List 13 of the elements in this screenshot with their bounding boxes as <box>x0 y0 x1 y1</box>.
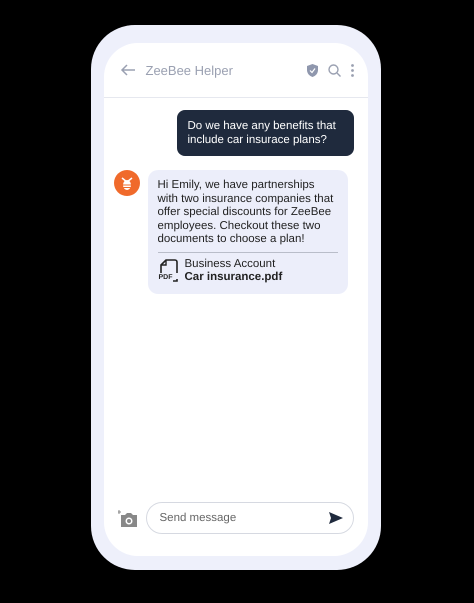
file-name: Car insurance.pdf <box>184 271 282 284</box>
folder-name: Business Account <box>184 258 276 271</box>
message-text: Hi Emily, we have partnerships with two insurance companies that offer special discounts for ZeeBee employees. Checkout these two documents to choose a plan! <box>158 179 334 245</box>
back-icon[interactable] <box>120 64 136 76</box>
send-icon[interactable] <box>328 512 342 524</box>
sent-message: Do we have any benefits that include car insurace plans? <box>176 110 354 156</box>
chat-title: ZeeBee Helper <box>146 62 234 78</box>
search-icon[interactable] <box>328 64 340 76</box>
bee-avatar-icon <box>114 170 140 196</box>
more-icon[interactable] <box>350 64 354 76</box>
message-field[interactable]: Send message <box>146 502 354 534</box>
add-photo-icon[interactable] <box>118 509 138 527</box>
shield-icon[interactable] <box>306 64 318 76</box>
